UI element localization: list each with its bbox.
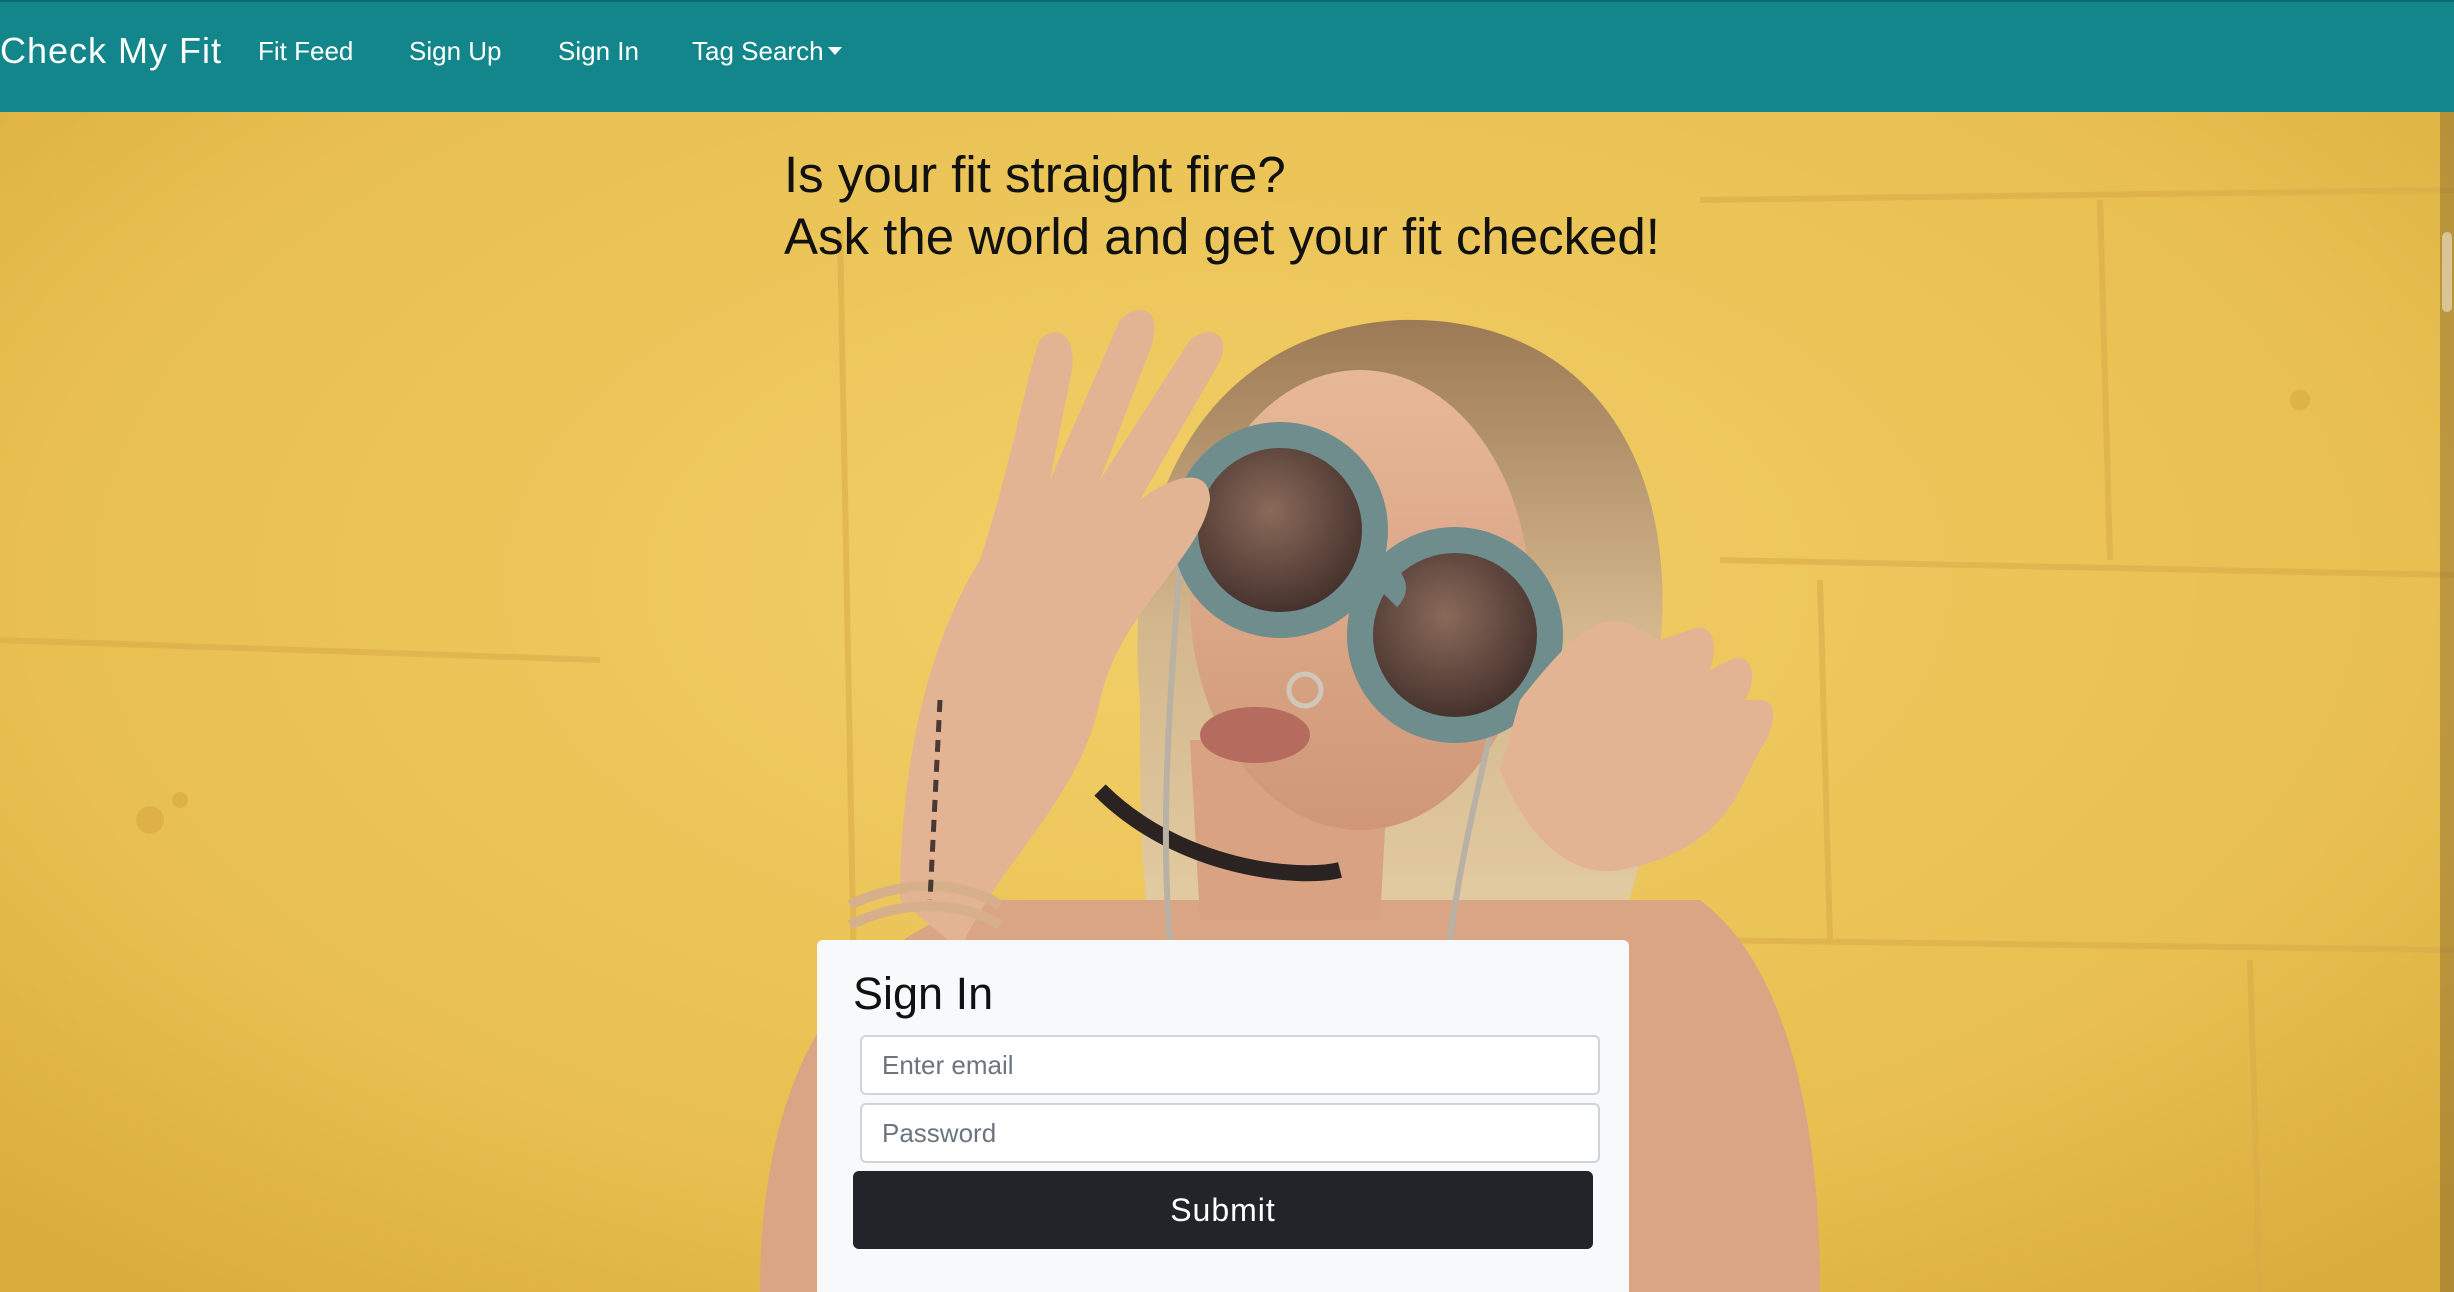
- caret-down-icon: [827, 47, 842, 55]
- hero-line-2: Ask the world and get your fit checked!: [784, 208, 1660, 265]
- scrollbar-thumb[interactable]: [2442, 232, 2452, 312]
- signin-title: Sign In: [853, 968, 994, 1019]
- navbar: Check My Fit Fit Feed Sign Up Sign In Ta…: [0, 0, 2454, 112]
- password-field[interactable]: [860, 1103, 1600, 1163]
- brand-link[interactable]: Check My Fit: [0, 30, 222, 72]
- tag-search-label: Tag Search: [692, 36, 824, 66]
- tag-search-dropdown[interactable]: Tag Search: [692, 36, 842, 67]
- email-field[interactable]: [860, 1035, 1600, 1095]
- nav-link-sign-in[interactable]: Sign In: [558, 36, 639, 67]
- nav-link-sign-up[interactable]: Sign Up: [409, 36, 502, 67]
- page-scrollbar[interactable]: [2440, 112, 2454, 1292]
- page: Check My Fit Fit Feed Sign Up Sign In Ta…: [0, 0, 2454, 1292]
- nav-link-fit-feed[interactable]: Fit Feed: [258, 36, 353, 67]
- hero-line-1: Is your fit straight fire?: [784, 146, 1286, 203]
- hero-headline: Is your fit straight fire? Ask the world…: [784, 144, 1660, 268]
- signin-card: Sign In Submit: [817, 940, 1629, 1292]
- submit-button[interactable]: Submit: [853, 1171, 1593, 1249]
